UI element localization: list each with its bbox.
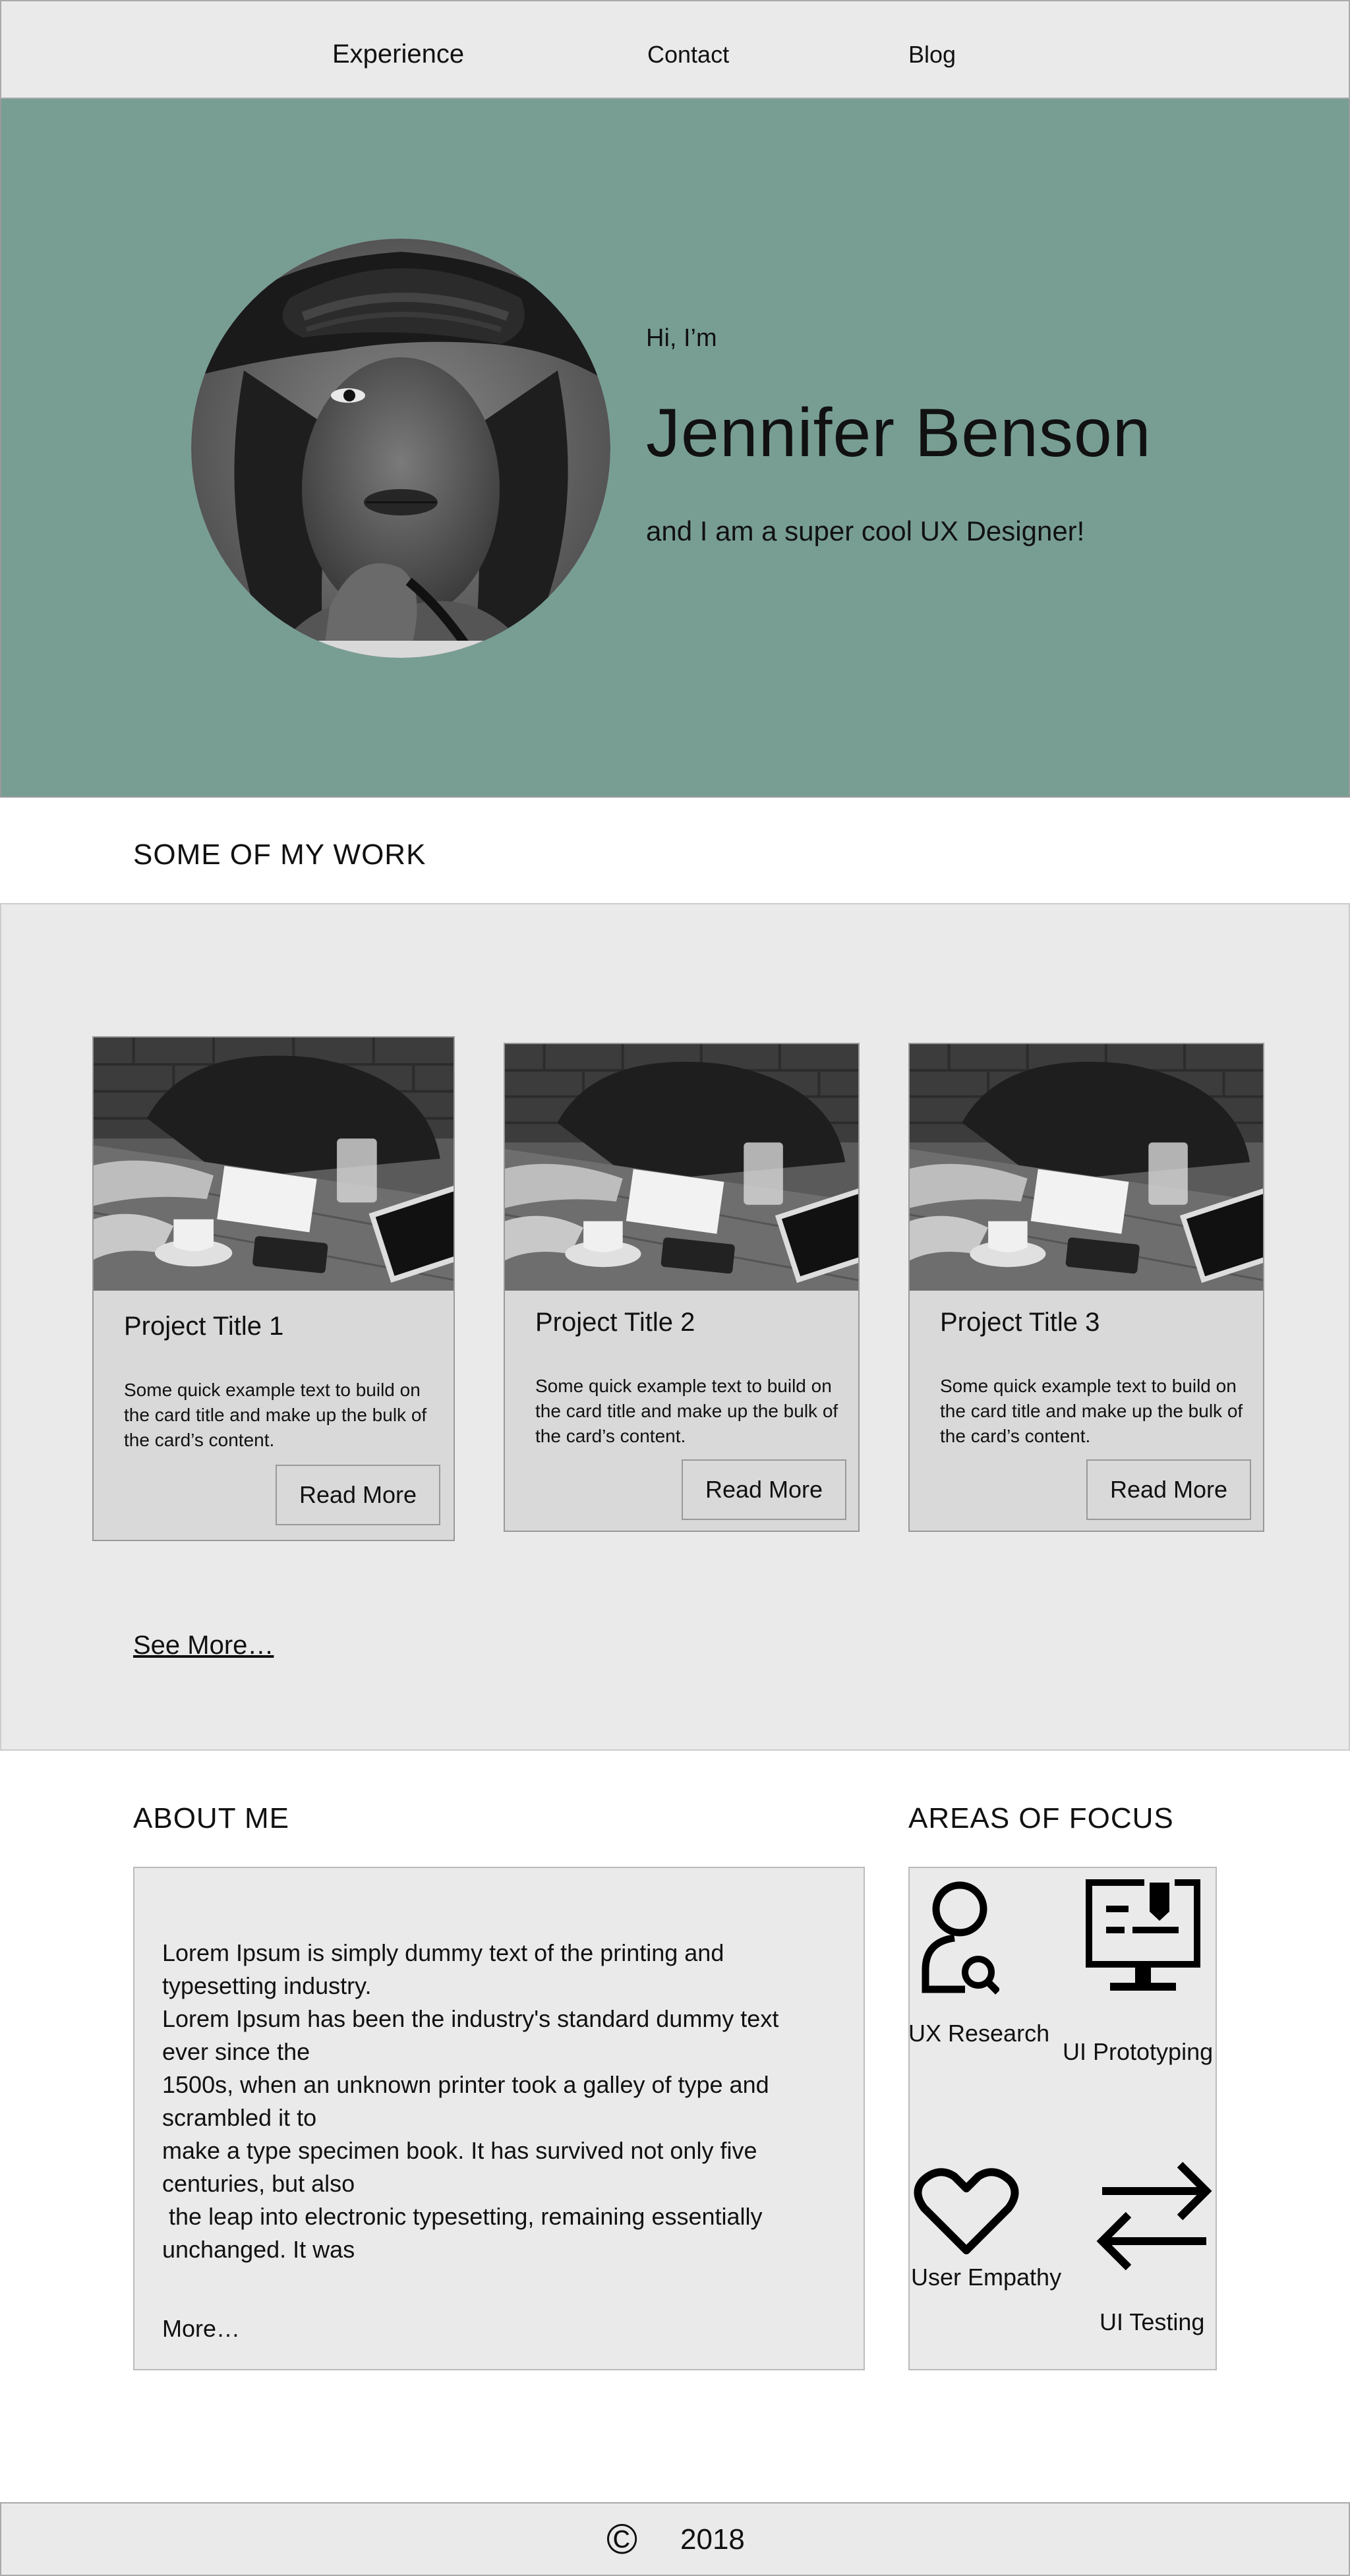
project-description: Some quick example text to build on the … [535,1376,838,1446]
focus-label: UX Research [908,2020,1050,2047]
profile-photo [191,239,610,658]
focus-label: UI Prototyping [1063,2038,1214,2065]
read-more-button[interactable]: Read More [276,1465,440,1525]
about-panel: Lorem Ipsum is simply dummy text of the … [133,1867,865,2370]
about-more-link[interactable]: More… [162,2315,240,2343]
workspace-photo [94,1038,454,1291]
about-paragraph: Lorem Ipsum is simply dummy text of the … [162,1939,724,1999]
project-image [94,1038,454,1291]
project-title: Project Title 2 [535,1308,695,1337]
read-more-button[interactable]: Read More [682,1459,846,1520]
project-description: Some quick example text to build on the … [940,1376,1243,1446]
user-search-icon [922,1881,999,1995]
workspace-photo [910,1044,1263,1291]
project-card: Project Title 2 Some quick example text … [504,1043,860,1532]
hero-name: Jennifer Benson [646,395,1152,471]
focus-label: UI Testing [1100,2308,1205,2335]
focus-section-title: AREAS OF FOCUS [908,1802,1174,1834]
nav-link-contact[interactable]: Contact [647,41,729,69]
monitor-design-icon [1086,1879,1200,1991]
about-paragraph: Lorem Ipsum has been the industry's stan… [162,2005,779,2065]
footer-year: 2018 [680,2523,745,2556]
about-section-title: ABOUT ME [133,1802,290,1834]
project-card: Project Title 3 Some quick example text … [908,1043,1264,1532]
project-title: Project Title 1 [124,1312,284,1341]
project-description: Some quick example text to build on the … [124,1380,427,1450]
hero-tagline: and I am a super cool UX Designer! [646,515,1085,546]
work-section-title: SOME OF MY WORK [133,838,426,871]
focus-label: User Empathy [911,2264,1062,2291]
project-image [910,1044,1263,1291]
project-card: Project Title 1 Some quick example text … [92,1036,455,1541]
see-more-link[interactable]: See More… [133,1631,274,1660]
read-more-button[interactable]: Read More [1086,1459,1251,1520]
swap-arrows-icon [1096,2161,1212,2271]
project-image [505,1044,858,1291]
about-paragraph: 1500s, when an unknown printer took a ga… [162,2071,769,2131]
about-paragraph: the leap into electronic typesetting, re… [162,2203,769,2263]
copyright-icon: © [606,2515,638,2563]
portrait-image [191,239,610,658]
about-paragraph: make a type specimen book. It has surviv… [162,2137,757,2197]
hero-greeting: Hi, I’m [646,324,717,352]
nav-link-experience[interactable]: Experience [332,40,464,69]
page-footer: © 2018 [0,2502,1350,2576]
heart-icon [914,2168,1019,2254]
about-text: Lorem Ipsum is simply dummy text of the … [162,1937,828,2266]
workspace-photo [505,1044,858,1291]
focus-panel: UX Research UI Prototyping User Empathy … [908,1867,1217,2370]
top-nav: Experience Contact Blog [0,0,1350,99]
project-title: Project Title 3 [940,1308,1100,1337]
nav-link-blog[interactable]: Blog [908,41,956,69]
